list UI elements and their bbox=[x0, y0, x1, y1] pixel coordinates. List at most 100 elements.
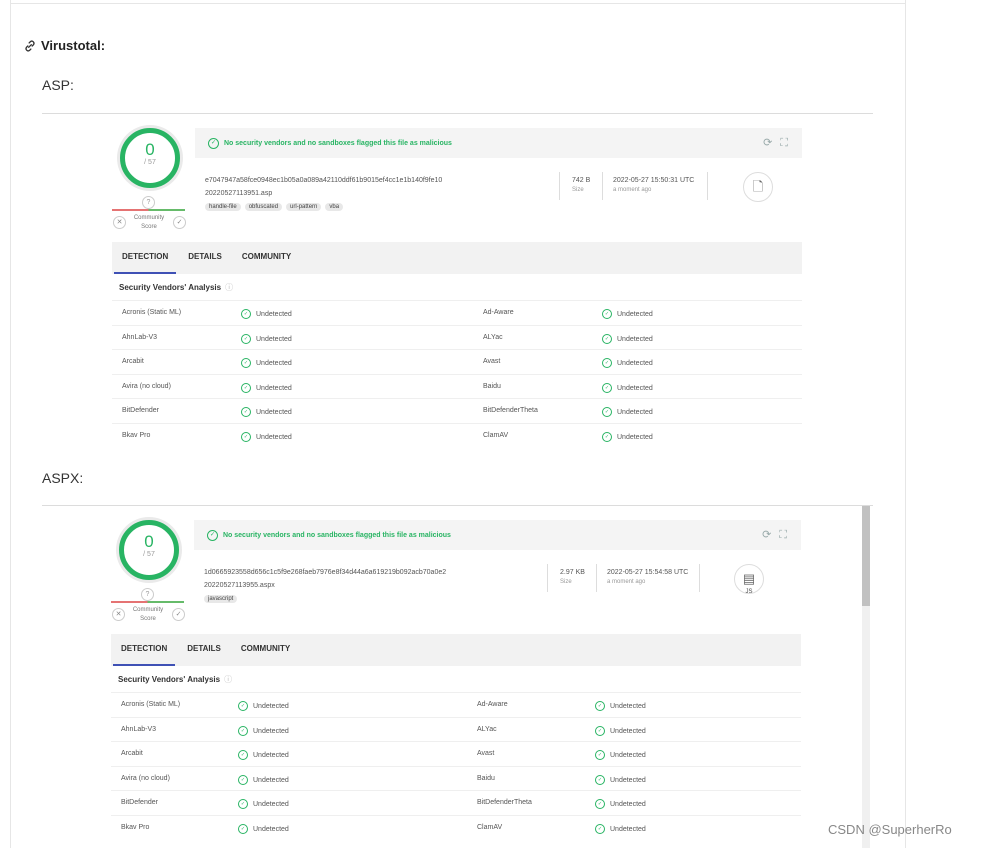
scan-date-relative: a moment ago bbox=[607, 579, 646, 585]
tab-detection[interactable]: DETECTION bbox=[112, 242, 178, 274]
divider bbox=[11, 3, 905, 4]
tag[interactable]: handle-file bbox=[205, 203, 241, 211]
vendor-result: ✓ Undetected bbox=[595, 701, 646, 711]
vendor-name: Acronis (Static ML) bbox=[121, 701, 181, 708]
similar-icon[interactable]: ⛶ bbox=[780, 137, 796, 149]
tab-detection[interactable]: DETECTION bbox=[111, 634, 177, 666]
check-icon: ✓ bbox=[595, 750, 605, 760]
vendor-result: ✓ Undetected bbox=[595, 774, 646, 785]
vendor-name: Bkav Pro bbox=[121, 823, 150, 831]
table-row: Arcabit ✓ Undetected Avast ✓ Undetected bbox=[112, 349, 802, 374]
vendor-result: ✓ Undetected bbox=[595, 823, 646, 834]
score-widget: 0 / 57 ? ✕ Community Score ✓ bbox=[111, 520, 186, 630]
tag[interactable]: vba bbox=[325, 203, 344, 211]
clean-banner: ✓ No security vendors and no sandboxes f… bbox=[194, 520, 801, 550]
info-icon[interactable]: ⓘ bbox=[225, 283, 233, 292]
size-label: Size bbox=[560, 579, 572, 585]
vendor-result: ✓ Undetected bbox=[602, 309, 653, 319]
info-icon[interactable]: ⓘ bbox=[224, 675, 232, 684]
asp-label: ASP: bbox=[42, 77, 74, 93]
check-icon: ✓ bbox=[602, 309, 612, 319]
vendor-name: Arcabit bbox=[122, 358, 144, 365]
vendor-name: Avira (no cloud) bbox=[122, 382, 171, 390]
vendor-name: BitDefender bbox=[121, 799, 158, 806]
vendor-table: Acronis (Static ML) ✓ Undetected Ad-Aware… bbox=[112, 300, 802, 447]
vendor-name: ALYac bbox=[483, 333, 503, 341]
tab-community[interactable]: COMMUNITY bbox=[232, 242, 301, 274]
reanalyze-icon[interactable]: ⟳ bbox=[762, 529, 779, 541]
question-icon: ? bbox=[141, 588, 154, 601]
banner-message: No security vendors and no sandboxes fla… bbox=[224, 139, 452, 147]
tab-details[interactable]: DETAILS bbox=[178, 242, 232, 274]
vendor-name: Arcabit bbox=[121, 750, 143, 757]
table-row: BitDefender ✓ Undetected BitDefenderTheta… bbox=[111, 790, 801, 815]
divider bbox=[42, 505, 873, 506]
vote-harmless-icon[interactable]: ✓ bbox=[173, 216, 186, 229]
similar-icon[interactable]: ⛶ bbox=[779, 529, 795, 541]
divider bbox=[42, 113, 873, 114]
size-label: Size bbox=[572, 187, 584, 193]
virustotal-report-aspx: 0 / 57 ? ✕ Community Score ✓ ✓ No securi… bbox=[111, 520, 801, 836]
vendor-result: ✓ Undetected bbox=[595, 750, 646, 760]
divider bbox=[596, 564, 597, 592]
tag[interactable]: url-pattern bbox=[286, 203, 322, 211]
check-icon: ✓ bbox=[238, 725, 248, 736]
vendor-name: BitDefender bbox=[122, 407, 159, 414]
file-hash[interactable]: 1d0665923558d656c1c5f9e268faeb7976e8f34d… bbox=[204, 569, 446, 576]
vendor-result: ✓ Undetected bbox=[595, 725, 646, 736]
community-score-bar bbox=[112, 209, 185, 211]
community-score-label: Community Score bbox=[133, 215, 165, 230]
scan-date: 2022-05-27 15:50:31 UTC bbox=[613, 177, 695, 184]
tab-community[interactable]: COMMUNITY bbox=[231, 634, 300, 666]
divider bbox=[602, 172, 603, 200]
file-info: 1d0665923558d656c1c5f9e268faeb7976e8f34d… bbox=[194, 558, 801, 630]
table-row: BitDefender ✓ Undetected BitDefenderTheta… bbox=[112, 398, 802, 423]
check-icon: ✓ bbox=[602, 382, 612, 393]
table-row: Bkav Pro ✓ Undetected ClamAV ✓ Undetected bbox=[112, 422, 802, 448]
file-hash[interactable]: e7047947a58fce0948ec1b05a0a089a42110ddf6… bbox=[205, 177, 442, 184]
vendor-name: AhnLab-V3 bbox=[121, 725, 157, 733]
vendor-result: ✓ Undetected bbox=[241, 333, 292, 344]
link-icon[interactable] bbox=[23, 39, 37, 53]
divider bbox=[547, 564, 548, 592]
check-icon: ✓ bbox=[595, 774, 605, 785]
vendors-title: Security Vendors' Analysis ⓘ bbox=[119, 283, 234, 292]
vote-harmless-icon[interactable]: ✓ bbox=[172, 608, 185, 621]
check-icon: ✓ bbox=[602, 333, 612, 344]
vendors-title: Security Vendors' Analysis ⓘ bbox=[118, 675, 233, 684]
vendor-table: Acronis (Static ML) ✓ Undetected Ad-Aware… bbox=[111, 692, 801, 839]
report-tabs: DETECTION DETAILS COMMUNITY bbox=[111, 634, 801, 666]
table-row: Avira (no cloud) ✓ Undetected Baidu ✓ Unde… bbox=[111, 765, 801, 791]
vendor-name: BitDefenderTheta bbox=[483, 407, 538, 414]
community-score-label: Community Score bbox=[132, 607, 164, 622]
file-size: 2.97 KB bbox=[560, 569, 585, 576]
score-widget: 0 / 57 ? ✕ Community Score ✓ bbox=[112, 128, 187, 238]
scrollbar-thumb[interactable] bbox=[862, 506, 870, 606]
file-size: 742 B bbox=[572, 177, 591, 184]
vendor-name: ClamAV bbox=[477, 823, 503, 831]
detection-ring: 0 / 57 bbox=[119, 520, 179, 580]
vendor-name: BitDefenderTheta bbox=[477, 799, 532, 806]
scrollbar[interactable] bbox=[862, 506, 870, 848]
check-icon: ✓ bbox=[238, 701, 248, 711]
divider bbox=[707, 172, 708, 200]
table-row: AhnLab-V3 ✓ Undetected ALYac ✓ Undetected bbox=[111, 716, 801, 742]
js-file-icon: ▤ JS bbox=[734, 564, 764, 595]
reanalyze-icon[interactable]: ⟳ bbox=[763, 137, 780, 149]
tag[interactable]: obfuscated bbox=[244, 203, 283, 211]
tab-details[interactable]: DETAILS bbox=[177, 634, 231, 666]
vote-malicious-icon[interactable]: ✕ bbox=[112, 608, 125, 621]
vote-malicious-icon[interactable]: ✕ bbox=[113, 216, 126, 229]
check-icon: ✓ bbox=[595, 701, 605, 711]
detection-score: 0 bbox=[144, 532, 154, 551]
vendor-name: Ad-Aware bbox=[483, 309, 514, 316]
check-icon: ✓ bbox=[241, 382, 251, 393]
vendor-result: ✓ Undetected bbox=[241, 358, 292, 368]
vendor-result: ✓ Undetected bbox=[241, 309, 292, 319]
vendor-result: ✓ Undetected bbox=[602, 431, 653, 442]
detection-score: 0 bbox=[145, 140, 155, 159]
vendor-result: ✓ Undetected bbox=[241, 431, 292, 442]
check-icon: ✓ bbox=[595, 799, 605, 809]
vendor-result: ✓ Undetected bbox=[238, 799, 289, 809]
tag[interactable]: javascript bbox=[204, 595, 238, 603]
